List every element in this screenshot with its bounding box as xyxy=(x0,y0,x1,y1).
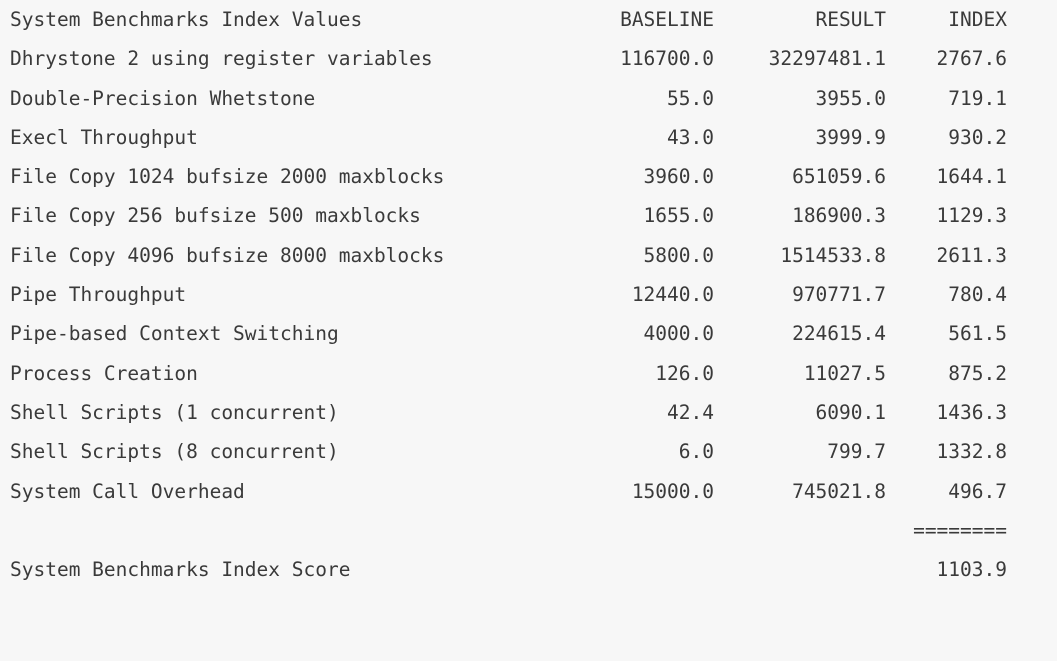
benchmark-baseline: 15000.0 xyxy=(631,479,714,503)
benchmark-baseline: 3960.0 xyxy=(643,165,714,189)
benchmark-result: 11027.5 xyxy=(803,361,886,385)
benchmark-result: 3999.9 xyxy=(815,125,886,149)
benchmark-result: 651059.6 xyxy=(792,165,886,189)
benchmark-baseline: 126.0 xyxy=(655,361,714,385)
benchmark-index: 2767.6 xyxy=(936,47,1007,71)
benchmark-row: Double-Precision Whetstone 55.0 3955.0 7… xyxy=(0,86,1057,125)
header-row: System Benchmarks Index Values BASELINE … xyxy=(0,7,1057,46)
score-value: 1103.9 xyxy=(936,558,1007,582)
benchmark-index: 496.7 xyxy=(948,479,1007,503)
benchmark-row: Shell Scripts (1 concurrent) 42.4 6090.1… xyxy=(0,400,1057,439)
terminal-output: System Benchmarks Index Values BASELINE … xyxy=(0,0,1057,601)
benchmark-index: 1129.3 xyxy=(936,204,1007,228)
benchmark-result: 6090.1 xyxy=(815,400,886,424)
benchmark-row: File Copy 256 bufsize 500 maxblocks 1655… xyxy=(0,203,1057,242)
benchmark-row: Execl Throughput 43.0 3999.9 930.2 xyxy=(0,125,1057,164)
benchmark-name: Shell Scripts (8 concurrent) xyxy=(10,440,339,464)
benchmark-row: File Copy 4096 bufsize 8000 maxblocks 58… xyxy=(0,243,1057,282)
benchmark-name: Shell Scripts (1 concurrent) xyxy=(10,400,339,424)
benchmark-result: 970771.7 xyxy=(792,283,886,307)
benchmark-baseline: 43.0 xyxy=(667,125,714,149)
score-label: System Benchmarks Index Score xyxy=(10,558,351,582)
benchmark-result: 1514533.8 xyxy=(780,243,886,267)
benchmark-index: 2611.3 xyxy=(936,243,1007,267)
benchmark-baseline: 42.4 xyxy=(667,400,714,424)
separator-row: ======== xyxy=(0,518,1057,557)
benchmark-result: 186900.3 xyxy=(792,204,886,228)
benchmark-index: 875.2 xyxy=(948,361,1007,385)
benchmark-baseline: 5800.0 xyxy=(643,243,714,267)
benchmark-name: Execl Throughput xyxy=(10,125,198,149)
benchmark-row: System Call Overhead 15000.0 745021.8 49… xyxy=(0,479,1057,518)
benchmark-baseline: 4000.0 xyxy=(643,322,714,346)
header-title: System Benchmarks Index Values xyxy=(10,8,363,31)
benchmark-baseline: 1655.0 xyxy=(643,204,714,228)
benchmark-result: 32297481.1 xyxy=(768,47,886,71)
benchmark-row: Pipe-based Context Switching 4000.0 2246… xyxy=(0,321,1057,360)
benchmark-index: 780.4 xyxy=(948,283,1007,307)
benchmark-name: Dhrystone 2 using register variables xyxy=(10,47,433,71)
score-separator: ======== xyxy=(913,518,1007,542)
benchmark-index: 1332.8 xyxy=(936,440,1007,464)
header-result: RESULT xyxy=(815,8,886,31)
benchmark-index: 1436.3 xyxy=(936,400,1007,424)
benchmark-baseline: 116700.0 xyxy=(620,47,714,71)
benchmark-row: Shell Scripts (8 concurrent) 6.0 799.7 1… xyxy=(0,439,1057,478)
benchmark-row: Process Creation 126.0 11027.5 875.2 xyxy=(0,361,1057,400)
benchmark-name: System Call Overhead xyxy=(10,479,245,503)
benchmark-index: 561.5 xyxy=(948,322,1007,346)
benchmark-row: File Copy 1024 bufsize 2000 maxblocks 39… xyxy=(0,164,1057,203)
benchmark-name: Process Creation xyxy=(10,361,198,385)
benchmark-result: 745021.8 xyxy=(792,479,886,503)
benchmark-name: File Copy 4096 bufsize 8000 maxblocks xyxy=(10,243,445,267)
score-row: System Benchmarks Index Score 1103.9 xyxy=(0,557,1057,596)
benchmark-name: Double-Precision Whetstone xyxy=(10,86,316,110)
benchmark-name: Pipe-based Context Switching xyxy=(10,322,339,346)
header-index: INDEX xyxy=(948,8,1007,31)
benchmark-index: 1644.1 xyxy=(936,165,1007,189)
benchmark-baseline: 55.0 xyxy=(667,86,714,110)
benchmark-index: 930.2 xyxy=(948,125,1007,149)
benchmark-result: 799.7 xyxy=(827,440,886,464)
benchmark-baseline: 12440.0 xyxy=(631,283,714,307)
benchmark-baseline: 6.0 xyxy=(678,440,714,464)
header-baseline: BASELINE xyxy=(620,8,714,31)
benchmark-row: Dhrystone 2 using register variables 116… xyxy=(0,46,1057,85)
benchmark-row: Pipe Throughput 12440.0 970771.7 780.4 xyxy=(0,282,1057,321)
benchmark-name: File Copy 1024 bufsize 2000 maxblocks xyxy=(10,165,445,189)
benchmark-result: 3955.0 xyxy=(815,86,886,110)
benchmark-result: 224615.4 xyxy=(792,322,886,346)
benchmark-index: 719.1 xyxy=(948,86,1007,110)
benchmark-name: File Copy 256 bufsize 500 maxblocks xyxy=(10,204,421,228)
benchmark-name: Pipe Throughput xyxy=(10,283,187,307)
